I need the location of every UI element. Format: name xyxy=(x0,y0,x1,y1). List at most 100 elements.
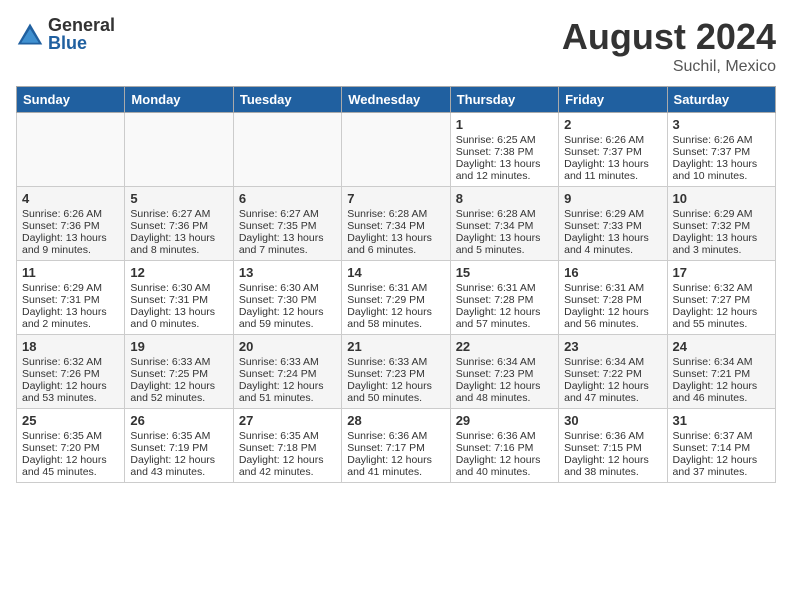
calendar-cell: 7Sunrise: 6:28 AMSunset: 7:34 PMDaylight… xyxy=(342,187,450,261)
calendar-cell: 14Sunrise: 6:31 AMSunset: 7:29 PMDayligh… xyxy=(342,261,450,335)
sunrise-text: Sunrise: 6:30 AM xyxy=(130,282,227,294)
sunset-text: Sunset: 7:25 PM xyxy=(130,368,227,380)
daylight-hours-text: Daylight: 12 hours xyxy=(22,380,119,392)
daylight-minutes-text: and 38 minutes. xyxy=(564,466,661,478)
daylight-minutes-text: and 58 minutes. xyxy=(347,318,444,330)
daylight-minutes-text: and 5 minutes. xyxy=(456,244,553,256)
daylight-hours-text: Daylight: 12 hours xyxy=(130,454,227,466)
sunrise-text: Sunrise: 6:35 AM xyxy=(22,430,119,442)
daylight-minutes-text: and 56 minutes. xyxy=(564,318,661,330)
calendar-cell: 13Sunrise: 6:30 AMSunset: 7:30 PMDayligh… xyxy=(233,261,341,335)
calendar-cell: 30Sunrise: 6:36 AMSunset: 7:15 PMDayligh… xyxy=(559,409,667,483)
day-number: 14 xyxy=(347,265,444,280)
calendar-cell: 31Sunrise: 6:37 AMSunset: 7:14 PMDayligh… xyxy=(667,409,775,483)
day-number: 11 xyxy=(22,265,119,280)
sunset-text: Sunset: 7:23 PM xyxy=(456,368,553,380)
sunrise-text: Sunrise: 6:25 AM xyxy=(456,134,553,146)
daylight-minutes-text: and 51 minutes. xyxy=(239,392,336,404)
day-number: 22 xyxy=(456,339,553,354)
day-number: 3 xyxy=(673,117,770,132)
day-number: 30 xyxy=(564,413,661,428)
calendar-week-row: 1Sunrise: 6:25 AMSunset: 7:38 PMDaylight… xyxy=(17,113,776,187)
calendar-cell xyxy=(125,113,233,187)
daylight-hours-text: Daylight: 13 hours xyxy=(22,232,119,244)
day-number: 19 xyxy=(130,339,227,354)
sunrise-text: Sunrise: 6:32 AM xyxy=(673,282,770,294)
daylight-hours-text: Daylight: 12 hours xyxy=(564,380,661,392)
calendar-cell: 6Sunrise: 6:27 AMSunset: 7:35 PMDaylight… xyxy=(233,187,341,261)
day-number: 13 xyxy=(239,265,336,280)
daylight-hours-text: Daylight: 12 hours xyxy=(456,454,553,466)
sunset-text: Sunset: 7:36 PM xyxy=(22,220,119,232)
day-number: 1 xyxy=(456,117,553,132)
sunset-text: Sunset: 7:37 PM xyxy=(673,146,770,158)
sunrise-text: Sunrise: 6:31 AM xyxy=(347,282,444,294)
weekday-header: Thursday xyxy=(450,87,558,113)
day-number: 2 xyxy=(564,117,661,132)
calendar-cell: 28Sunrise: 6:36 AMSunset: 7:17 PMDayligh… xyxy=(342,409,450,483)
sunset-text: Sunset: 7:23 PM xyxy=(347,368,444,380)
daylight-minutes-text: and 10 minutes. xyxy=(673,170,770,182)
daylight-minutes-text: and 2 minutes. xyxy=(22,318,119,330)
day-number: 24 xyxy=(673,339,770,354)
sunset-text: Sunset: 7:18 PM xyxy=(239,442,336,454)
calendar-week-row: 11Sunrise: 6:29 AMSunset: 7:31 PMDayligh… xyxy=(17,261,776,335)
calendar-cell: 19Sunrise: 6:33 AMSunset: 7:25 PMDayligh… xyxy=(125,335,233,409)
daylight-hours-text: Daylight: 13 hours xyxy=(673,158,770,170)
daylight-hours-text: Daylight: 12 hours xyxy=(347,454,444,466)
daylight-minutes-text: and 50 minutes. xyxy=(347,392,444,404)
weekday-header: Sunday xyxy=(17,87,125,113)
sunrise-text: Sunrise: 6:36 AM xyxy=(564,430,661,442)
sunset-text: Sunset: 7:22 PM xyxy=(564,368,661,380)
sunset-text: Sunset: 7:37 PM xyxy=(564,146,661,158)
daylight-minutes-text: and 53 minutes. xyxy=(22,392,119,404)
sunrise-text: Sunrise: 6:29 AM xyxy=(22,282,119,294)
daylight-minutes-text: and 4 minutes. xyxy=(564,244,661,256)
daylight-hours-text: Daylight: 12 hours xyxy=(564,306,661,318)
daylight-minutes-text: and 45 minutes. xyxy=(22,466,119,478)
location: Suchil, Mexico xyxy=(562,58,776,76)
calendar-cell: 18Sunrise: 6:32 AMSunset: 7:26 PMDayligh… xyxy=(17,335,125,409)
calendar-cell: 24Sunrise: 6:34 AMSunset: 7:21 PMDayligh… xyxy=(667,335,775,409)
daylight-hours-text: Daylight: 13 hours xyxy=(564,158,661,170)
daylight-hours-text: Daylight: 12 hours xyxy=(456,306,553,318)
calendar-week-row: 4Sunrise: 6:26 AMSunset: 7:36 PMDaylight… xyxy=(17,187,776,261)
sunrise-text: Sunrise: 6:36 AM xyxy=(456,430,553,442)
daylight-hours-text: Daylight: 13 hours xyxy=(130,232,227,244)
calendar-cell: 4Sunrise: 6:26 AMSunset: 7:36 PMDaylight… xyxy=(17,187,125,261)
sunset-text: Sunset: 7:34 PM xyxy=(456,220,553,232)
day-number: 28 xyxy=(347,413,444,428)
sunset-text: Sunset: 7:26 PM xyxy=(22,368,119,380)
sunrise-text: Sunrise: 6:35 AM xyxy=(239,430,336,442)
sunrise-text: Sunrise: 6:32 AM xyxy=(22,356,119,368)
daylight-minutes-text: and 11 minutes. xyxy=(564,170,661,182)
sunset-text: Sunset: 7:28 PM xyxy=(456,294,553,306)
sunset-text: Sunset: 7:19 PM xyxy=(130,442,227,454)
calendar-cell: 25Sunrise: 6:35 AMSunset: 7:20 PMDayligh… xyxy=(17,409,125,483)
sunrise-text: Sunrise: 6:33 AM xyxy=(347,356,444,368)
daylight-minutes-text: and 0 minutes. xyxy=(130,318,227,330)
daylight-minutes-text: and 43 minutes. xyxy=(130,466,227,478)
calendar-cell: 5Sunrise: 6:27 AMSunset: 7:36 PMDaylight… xyxy=(125,187,233,261)
sunrise-text: Sunrise: 6:29 AM xyxy=(564,208,661,220)
page-header: General Blue August 2024 Suchil, Mexico xyxy=(16,16,776,76)
calendar-cell: 15Sunrise: 6:31 AMSunset: 7:28 PMDayligh… xyxy=(450,261,558,335)
daylight-minutes-text: and 40 minutes. xyxy=(456,466,553,478)
logo-blue: Blue xyxy=(48,34,115,52)
daylight-hours-text: Daylight: 13 hours xyxy=(564,232,661,244)
sunset-text: Sunset: 7:20 PM xyxy=(22,442,119,454)
daylight-minutes-text: and 46 minutes. xyxy=(673,392,770,404)
day-number: 27 xyxy=(239,413,336,428)
sunset-text: Sunset: 7:24 PM xyxy=(239,368,336,380)
calendar-cell: 2Sunrise: 6:26 AMSunset: 7:37 PMDaylight… xyxy=(559,113,667,187)
daylight-minutes-text: and 37 minutes. xyxy=(673,466,770,478)
calendar-cell: 11Sunrise: 6:29 AMSunset: 7:31 PMDayligh… xyxy=(17,261,125,335)
sunrise-text: Sunrise: 6:33 AM xyxy=(239,356,336,368)
sunrise-text: Sunrise: 6:34 AM xyxy=(564,356,661,368)
sunrise-text: Sunrise: 6:27 AM xyxy=(239,208,336,220)
daylight-hours-text: Daylight: 12 hours xyxy=(456,380,553,392)
daylight-hours-text: Daylight: 12 hours xyxy=(239,306,336,318)
logo: General Blue xyxy=(16,16,115,52)
daylight-hours-text: Daylight: 12 hours xyxy=(673,454,770,466)
sunset-text: Sunset: 7:16 PM xyxy=(456,442,553,454)
